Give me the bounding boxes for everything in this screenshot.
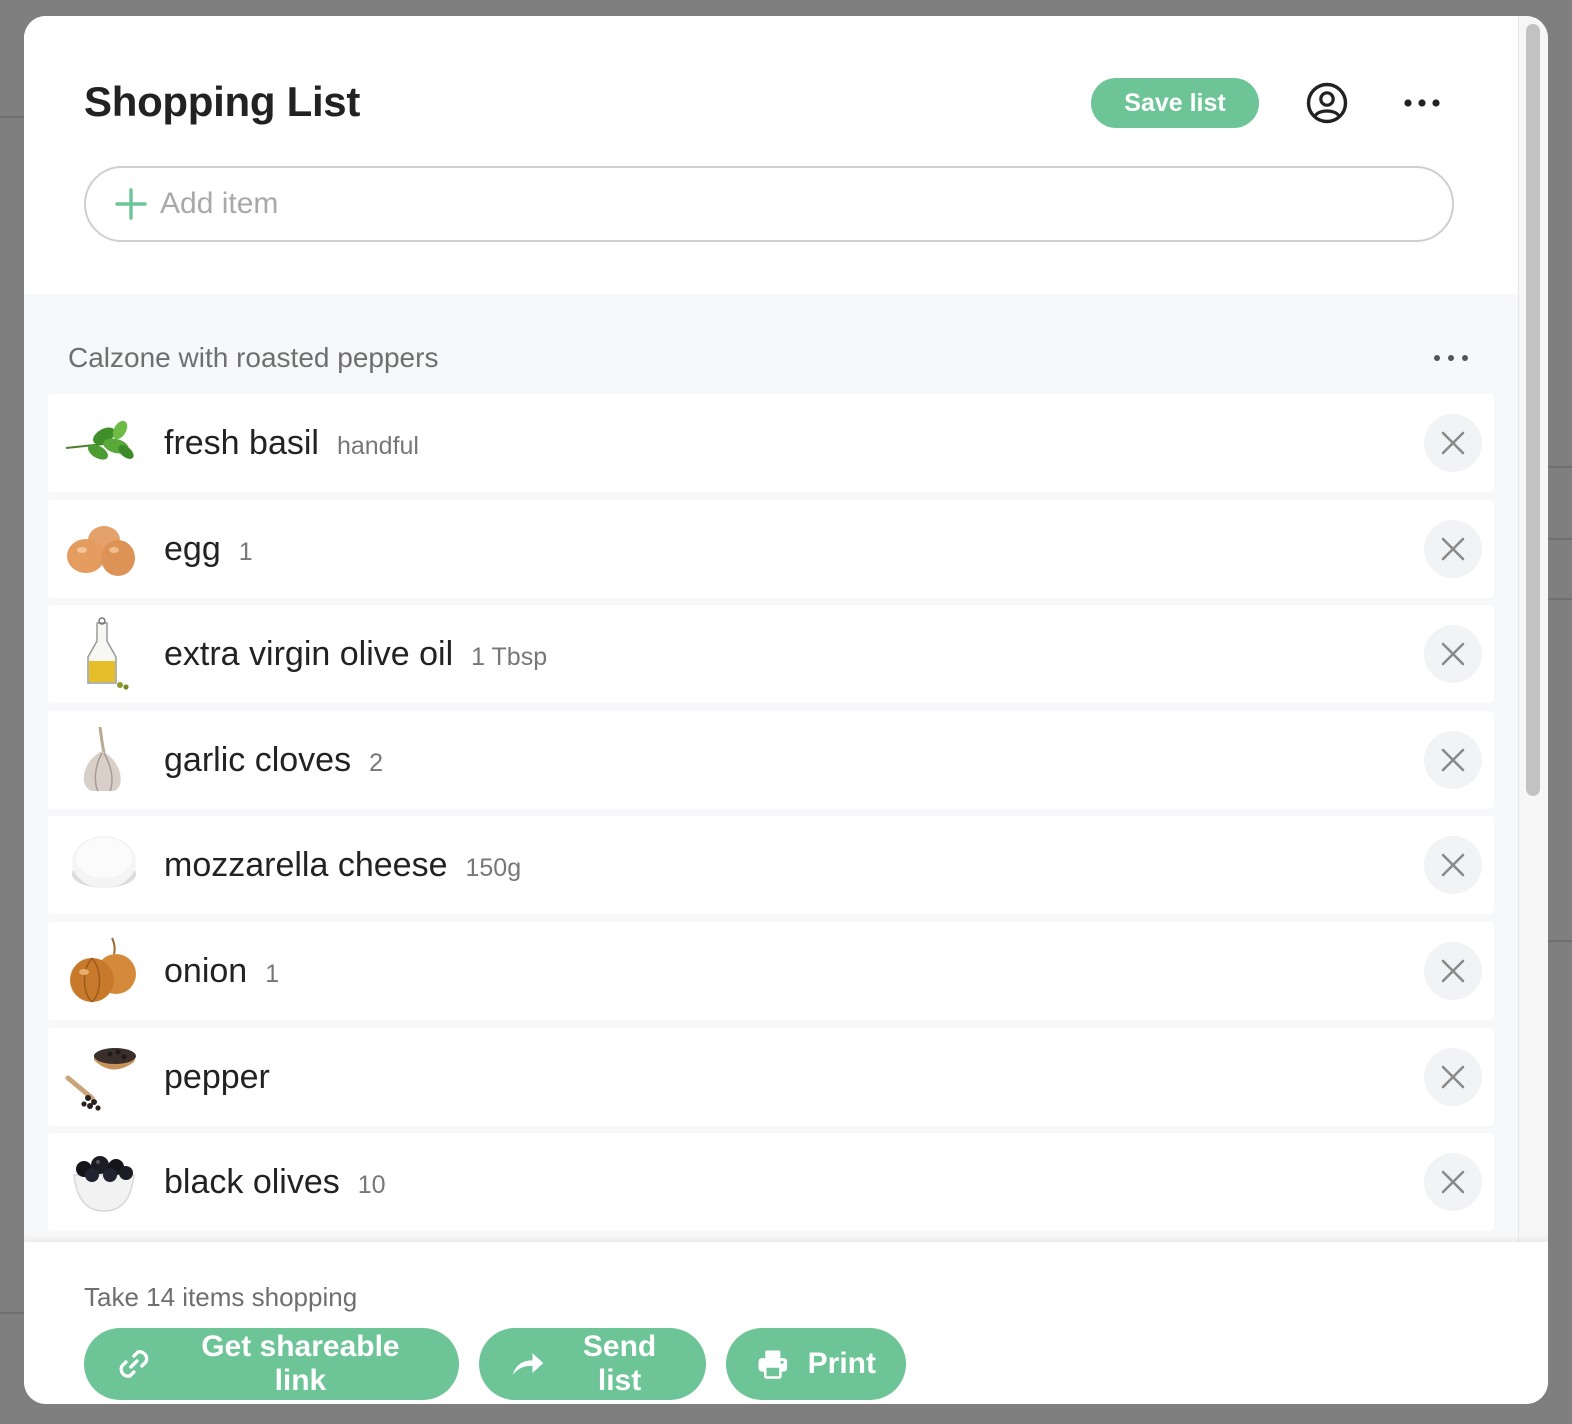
item-label: fresh basil handful [164,424,419,463]
mozzarella-icon [72,836,136,889]
remove-item-button[interactable] [1424,1047,1482,1106]
remove-item-button[interactable] [1424,414,1482,472]
garlic-icon [83,726,121,792]
close-icon [1441,1065,1465,1088]
background-divider [1548,538,1572,540]
background-divider [0,1312,24,1314]
print-button[interactable]: Print [726,1328,906,1400]
item-label: garlic cloves 2 [164,741,383,780]
item-label: black olives 10 [164,1163,386,1202]
account-circle-icon[interactable] [1306,82,1348,124]
ingredient-list: fresh basil handful egg 1 extra virgin o… [48,394,1494,1239]
close-icon [1441,431,1465,455]
item-quantity: 1 [265,959,280,988]
send-list-button[interactable]: Send list [479,1328,706,1400]
item-label: pepper [164,1058,288,1097]
remove-item-button[interactable] [1424,730,1482,789]
list-item[interactable]: extra virgin olive oil 1 Tbsp [48,605,1494,704]
share-arrow-icon [512,1353,544,1375]
background-divider [1548,940,1572,942]
olive-oil-icon [87,617,129,690]
more-horizontal-icon[interactable] [1430,346,1472,370]
item-label: mozzarella cheese 150g [164,846,521,885]
save-list-button[interactable]: Save list [1091,78,1259,128]
share-label: Get shareable link [201,1330,400,1397]
list-item[interactable]: garlic cloves 2 [48,710,1494,809]
remove-item-button[interactable] [1424,625,1482,684]
shopping-list-modal: Shopping List Save list Calzone with roa… [24,16,1548,1404]
modal-footer: Take 14 items shopping Get shareable lin… [24,1242,1548,1404]
close-icon [1441,748,1465,772]
close-icon [1441,1170,1465,1194]
items-summary: Take 14 items shopping [84,1282,358,1312]
egg-icon [67,525,135,576]
item-quantity: 150g [465,854,522,883]
close-icon [1441,642,1465,666]
add-item-field[interactable] [84,166,1454,242]
background-divider [0,116,24,118]
close-icon [1441,537,1465,560]
recipe-section-title: Calzone with roasted peppers [68,342,439,373]
list-item[interactable]: black olives 10 [48,1133,1494,1232]
remove-item-button[interactable] [1424,1153,1482,1212]
item-quantity: 1 [238,537,253,566]
black-olives-icon [73,1156,135,1212]
item-label: egg 1 [164,530,253,569]
item-quantity: 10 [357,1171,386,1200]
print-label: Print [807,1347,876,1380]
peppercorn-icon [65,1047,136,1111]
remove-item-button[interactable] [1424,941,1482,1000]
get-shareable-link-button[interactable]: Get shareable link [84,1328,459,1400]
item-name: pepper [164,1057,270,1096]
list-item[interactable]: pepper [48,1027,1494,1126]
item-quantity: 2 [369,748,383,777]
remove-item-button[interactable] [1424,519,1482,578]
basil-icon [65,420,134,460]
item-name: fresh basil [164,424,319,462]
item-name: black olives [164,1163,340,1202]
item-label: onion 1 [164,952,279,991]
close-icon [1441,959,1465,983]
onion-icon [70,937,136,1003]
remove-item-button[interactable] [1424,836,1482,895]
list-item[interactable]: mozzarella cheese 150g [48,816,1494,915]
item-name: garlic cloves [164,740,352,779]
list-item[interactable]: fresh basil handful [48,394,1494,492]
item-name: extra virgin olive oil [164,635,454,674]
item-name: onion [164,951,248,990]
scrollbar-thumb[interactable] [1526,24,1540,796]
list-content: Calzone with roasted peppers fresh basil… [24,294,1518,1244]
list-item[interactable]: egg 1 [48,499,1494,598]
modal-header: Shopping List Save list [24,16,1518,294]
list-item[interactable]: onion 1 [48,921,1494,1020]
add-item-input[interactable] [158,186,1362,222]
item-quantity: 1 Tbsp [471,643,548,672]
printer-icon [758,1350,788,1379]
item-label: extra virgin olive oil 1 Tbsp [164,635,547,674]
link-icon [119,1350,149,1378]
more-horizontal-icon[interactable] [1400,86,1444,120]
page-title: Shopping List [84,78,361,125]
item-name: egg [164,529,221,568]
item-name: mozzarella cheese [164,846,448,885]
background-divider [1548,466,1572,468]
item-quantity: handful [336,432,419,460]
send-label: Send list [582,1330,657,1397]
plus-icon [115,188,147,220]
background-divider [1548,598,1572,600]
close-icon [1441,854,1465,877]
